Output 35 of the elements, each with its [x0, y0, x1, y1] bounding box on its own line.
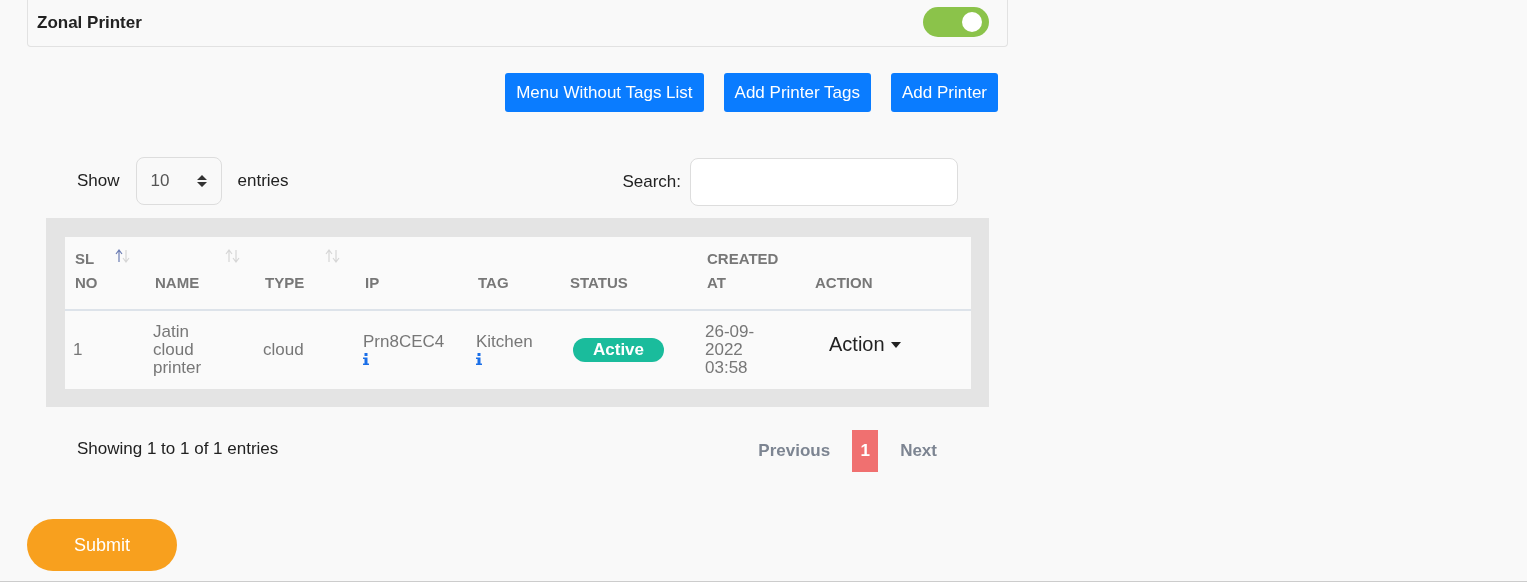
table-cell-text: Kitchen: [476, 333, 534, 351]
column-header[interactable]: CREATED AT: [707, 247, 785, 295]
entries-select[interactable]: 10: [135, 157, 222, 205]
column-header[interactable]: TAG: [478, 271, 540, 295]
info-icon[interactable]: [363, 353, 369, 365]
caret-icon: [890, 341, 901, 348]
column-header[interactable]: TYPE: [265, 271, 335, 295]
column-header[interactable]: SL NO: [75, 247, 109, 295]
action-button[interactable]: Add Printer: [890, 73, 998, 112]
search-field[interactable]: [690, 158, 958, 206]
column-header[interactable]: IP: [365, 271, 448, 295]
entries-info: Showing 1 to 1 of 1 entries: [77, 439, 279, 459]
toggle-switch[interactable]: [923, 7, 989, 37]
table-cell-text: 26-09-2022 03:58: [705, 323, 756, 377]
updown-icon: [196, 174, 207, 188]
info-icon[interactable]: [476, 353, 482, 365]
table-cell-text: Jatin cloud printer: [153, 323, 203, 377]
table-cell-text: Prn8CEC4: [363, 333, 446, 351]
action-button[interactable]: Menu Without Tags List: [505, 73, 704, 112]
entries-label: entries: [237, 171, 289, 191]
search-label: Search:: [622, 172, 681, 192]
zonal-printer-label: Zonal Printer: [37, 13, 142, 33]
page-button[interactable]: 1: [852, 430, 879, 472]
next-link[interactable]: Next: [878, 441, 959, 461]
status-badge: Active: [573, 338, 665, 362]
column-header[interactable]: STATUS: [570, 271, 677, 295]
column-header[interactable]: ACTION: [815, 271, 951, 295]
table-cell: cloud: [263, 340, 304, 359]
action-button[interactable]: Add Printer Tags: [723, 73, 871, 112]
action-dropdown[interactable]: Action: [813, 333, 901, 356]
show-label: Show: [77, 171, 120, 191]
column-header[interactable]: NAME: [155, 271, 235, 295]
sort-icon[interactable]: [115, 249, 131, 263]
previous-link[interactable]: Previous: [736, 441, 853, 461]
table-cell: 1: [73, 340, 83, 359]
